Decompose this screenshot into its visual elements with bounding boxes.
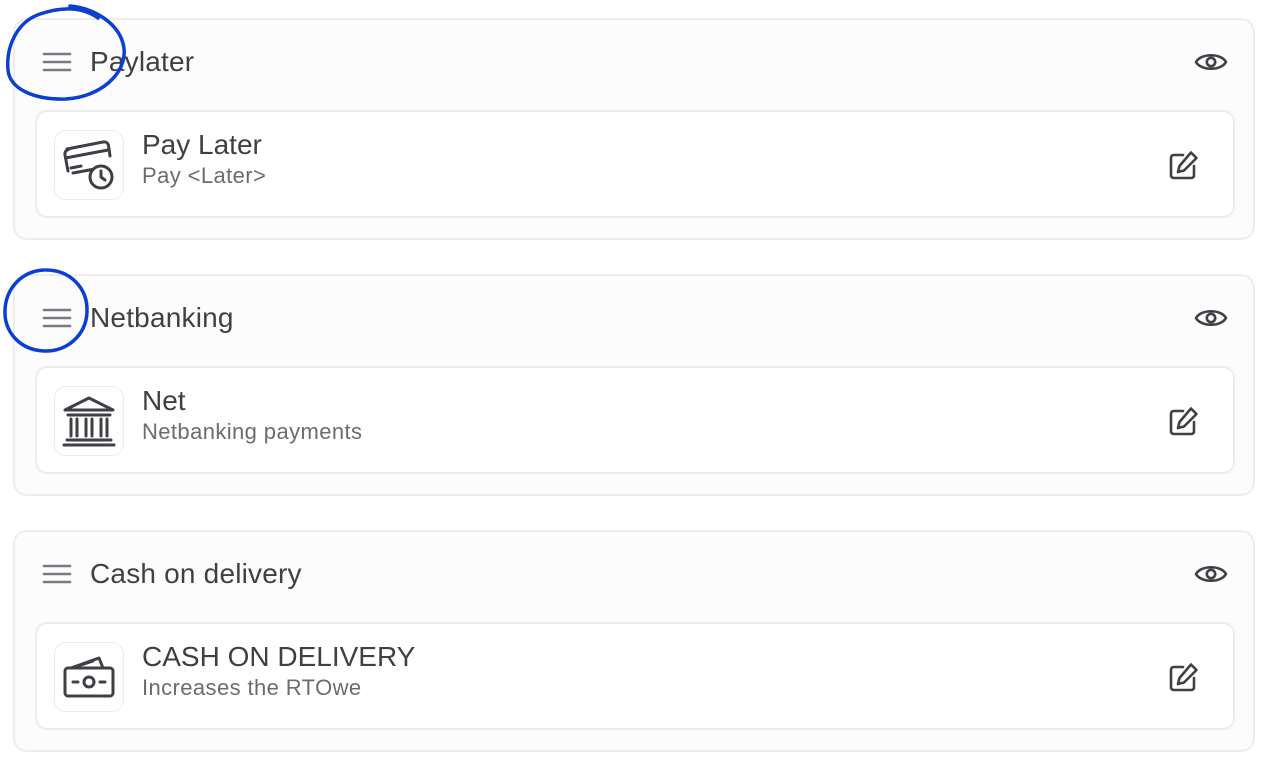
payment-group-netbanking: Netbanking Net Netbanking payments [13,274,1255,496]
drag-handle-icon[interactable] [39,560,75,588]
group-title: Paylater [90,46,195,77]
bank-icon [54,386,124,456]
payment-method-name: Pay Later [142,129,262,160]
group-title: Cash on delivery [90,558,302,589]
payment-method-description: Pay <Later> [142,163,267,188]
payment-method-card: CASH ON DELIVERY Increases the RTOwe [35,622,1235,730]
payment-method-card: Pay Later Pay <Later> [35,110,1235,218]
payment-method-description: Increases the RTOwe [142,675,362,700]
payment-group-paylater: Paylater Pay Later Pay <Later> [13,18,1255,240]
group-header: Cash on delivery [15,532,1253,616]
visibility-toggle-eye-icon[interactable] [1191,300,1231,336]
visibility-toggle-eye-icon[interactable] [1191,44,1231,80]
payment-method-description: Netbanking payments [142,419,363,444]
edit-icon[interactable] [1163,658,1203,698]
drag-handle-icon[interactable] [39,48,75,76]
card-clock-icon [54,130,124,200]
visibility-toggle-eye-icon[interactable] [1191,556,1231,592]
payment-method-card: Net Netbanking payments [35,366,1235,474]
group-title: Netbanking [90,302,234,333]
cash-icon [54,642,124,712]
payment-method-name: CASH ON DELIVERY [142,641,416,672]
group-header: Paylater [15,20,1253,104]
payment-method-name: Net [142,385,186,416]
payment-group-cash-on-delivery: Cash on delivery CASH ON DELIVERY Increa… [13,530,1255,752]
edit-icon[interactable] [1163,146,1203,186]
group-header: Netbanking [15,276,1253,360]
drag-handle-icon[interactable] [39,304,75,332]
edit-icon[interactable] [1163,402,1203,442]
